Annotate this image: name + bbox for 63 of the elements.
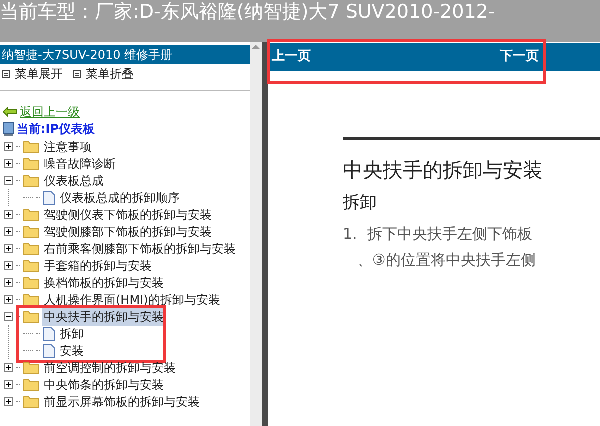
tree-item[interactable]: 驾驶侧仪表下饰板的拆卸与安装 <box>42 206 214 224</box>
expand-icon[interactable] <box>4 142 13 151</box>
list-icon <box>2 70 10 78</box>
folder-icon <box>23 361 39 374</box>
folder-icon <box>23 208 39 221</box>
expand-icon[interactable] <box>4 227 13 236</box>
expand-icon[interactable] <box>4 363 13 372</box>
back-link[interactable]: 返回上一级 <box>20 102 80 120</box>
tree-item[interactable]: 中央扶手的拆卸与安装 <box>42 308 166 326</box>
previous-page-link[interactable]: 上一页 <box>272 47 500 66</box>
scrollbar[interactable] <box>250 42 262 426</box>
expand-icon[interactable] <box>4 244 13 253</box>
expand-icon[interactable] <box>4 295 13 304</box>
tree-item[interactable]: 拆卸 <box>58 324 86 342</box>
section-heading: 拆卸 <box>343 192 378 215</box>
document-icon <box>43 190 55 204</box>
tree-item[interactable]: 仪表板总成的拆卸顺序 <box>58 188 182 206</box>
folder-icon <box>23 174 39 187</box>
back-arrow-icon <box>3 106 17 116</box>
folder-icon <box>23 225 39 238</box>
menu-toggle-button[interactable]: 菜单折叠 <box>73 65 134 83</box>
computer-icon <box>3 122 14 136</box>
folder-icon <box>23 140 39 153</box>
tree-item[interactable]: 注意事项 <box>42 138 94 156</box>
tree-item[interactable]: 仪表板总成 <box>42 172 106 190</box>
folder-icon <box>23 242 39 255</box>
tree-item[interactable]: 前空调控制的拆卸与安装 <box>42 358 178 376</box>
next-page-link[interactable]: 下一页 <box>500 47 539 66</box>
tree-item[interactable]: 前显示屏幕饰板的拆卸与安装 <box>42 392 202 410</box>
document-icon <box>43 326 55 340</box>
expand-icon[interactable] <box>4 397 13 406</box>
tree-item[interactable]: 换档饰板的拆卸与安装 <box>42 274 166 292</box>
tree-item[interactable]: 人机操作界面(HMI)的拆卸与安装 <box>42 290 222 308</box>
collapse-icon[interactable] <box>4 176 13 185</box>
tree-item[interactable]: 右前乘客侧膝部下饰板的拆卸与安装 <box>42 240 238 258</box>
document-icon <box>43 344 55 358</box>
tree-item[interactable]: 噪音故障诊断 <box>42 154 118 172</box>
step-number: 1. <box>343 224 358 244</box>
current-location: 当前:IP仪表板 <box>17 121 96 138</box>
expand-icon[interactable] <box>4 210 13 219</box>
list-icon <box>73 70 81 78</box>
window-title: 当前车型：厂家:D-东风裕隆(纳智捷)大7 SUV2010-2012- <box>0 0 496 25</box>
menu-toggle-button[interactable]: 菜单展开 <box>2 65 63 83</box>
tree-item[interactable]: 手套箱的拆卸与安装 <box>42 256 154 274</box>
document-title: 中央扶手的拆卸与安装 <box>343 157 544 184</box>
collapse-icon[interactable] <box>4 312 13 321</box>
step-text: 、③的位置将中央扶手左侧 <box>357 250 536 271</box>
manual-header: 纳智捷-大7SUV-2010 维修手册 <box>0 45 250 64</box>
folder-icon <box>23 378 39 391</box>
tree-item[interactable]: 中央饰条的拆卸与安装 <box>42 376 166 394</box>
tree-item[interactable]: 安装 <box>58 342 86 360</box>
folder-icon <box>23 259 39 272</box>
expand-icon[interactable] <box>4 261 13 270</box>
folder-icon <box>23 293 39 306</box>
folder-icon <box>23 395 39 408</box>
folder-icon <box>23 310 39 323</box>
expand-icon[interactable] <box>4 278 13 287</box>
expand-icon[interactable] <box>4 159 13 168</box>
step-text: 拆下中央扶手左侧下饰板 <box>367 224 534 244</box>
expand-icon[interactable] <box>4 380 13 389</box>
folder-icon <box>23 276 39 289</box>
tree-item[interactable]: 驾驶侧膝部下饰板的拆卸与安装 <box>42 222 214 240</box>
folder-icon <box>23 157 39 170</box>
